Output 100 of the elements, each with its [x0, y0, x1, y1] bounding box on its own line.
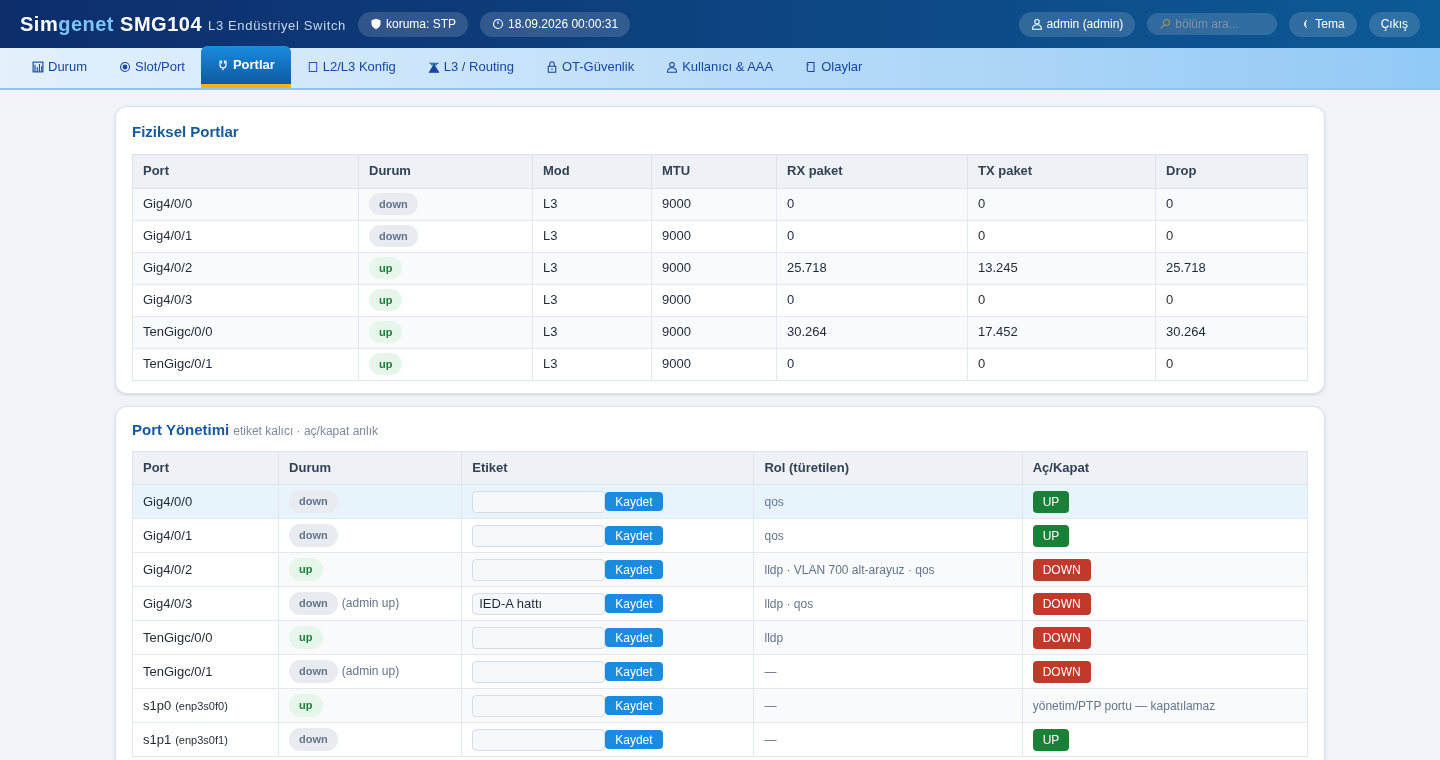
status-badge: down: [289, 660, 338, 683]
table-cell: 9000: [651, 252, 777, 284]
shield-icon: [369, 18, 382, 30]
nav-tab[interactable]: Durum: [16, 46, 103, 88]
port-detail: (enp3s0f1): [175, 733, 228, 746]
table-cell: 0: [967, 348, 1156, 380]
save-button[interactable]: Kaydet: [605, 662, 663, 681]
label-field[interactable]: [472, 694, 606, 717]
clock-icon: [492, 18, 504, 30]
column-header: Port: [132, 451, 279, 485]
port-name: s1p1: [143, 731, 172, 747]
toggle-button[interactable]: DOWN: [1032, 592, 1091, 615]
save-button[interactable]: Kaydet: [605, 526, 663, 545]
table-cell: qos: [754, 518, 1023, 553]
save-button[interactable]: Kaydet: [605, 696, 663, 715]
port-name: s1p0: [143, 697, 172, 713]
port-cell[interactable]: s1p1 (enp3s0f1): [132, 722, 279, 757]
save-button[interactable]: Kaydet: [605, 594, 663, 613]
table-cell: 25.718: [1155, 252, 1308, 284]
status-badge: down: [369, 224, 418, 248]
toggle-button[interactable]: DOWN: [1032, 626, 1091, 649]
status-badge: up: [289, 626, 323, 649]
label-field[interactable]: [472, 660, 606, 683]
label-field[interactable]: [472, 490, 606, 513]
port-cell[interactable]: TenGigc/0/0: [132, 620, 279, 655]
table-cell: Gig4/0/2: [132, 252, 359, 284]
save-button[interactable]: Kaydet: [605, 730, 663, 749]
logout-button[interactable]: Çıkış: [1368, 11, 1420, 37]
antenna-icon: [427, 61, 440, 73]
save-button[interactable]: Kaydet: [605, 628, 663, 647]
toggle-button[interactable]: UP: [1032, 524, 1070, 547]
port-name: Gig4/0/0: [143, 493, 193, 509]
bar-chart-icon: [32, 61, 44, 73]
save-button[interactable]: Kaydet: [605, 560, 663, 579]
table-cell: Gig4/0/3: [132, 284, 359, 316]
table-cell: 17.452: [967, 316, 1156, 348]
table-cell: 0: [967, 284, 1156, 316]
column-header: TX paket: [967, 154, 1156, 188]
column-header: RX paket: [776, 154, 968, 188]
nav-tab[interactable]: OT-Güvenlik: [529, 46, 651, 88]
table-cell: 9000: [651, 316, 777, 348]
status-badge: down: [369, 192, 418, 216]
brand-subtitle: L3 Endüstriyel Switch: [208, 17, 346, 36]
save-button[interactable]: Kaydet: [605, 492, 663, 511]
status-badge: up: [369, 256, 403, 280]
port-name: TenGigc/0/1: [143, 663, 213, 679]
nav-tab[interactable]: Slot/Port: [103, 46, 201, 88]
square-icon: [306, 61, 319, 73]
plug-icon: [216, 59, 229, 71]
port-cell[interactable]: Gig4/0/1: [132, 518, 279, 553]
table-cell: 9000: [651, 348, 777, 380]
table-cell: Gig4/0/0: [132, 188, 359, 220]
status-badge: up: [369, 352, 403, 376]
user-button[interactable]: admin (admin): [1018, 11, 1136, 37]
nav-tab[interactable]: Olaylar: [789, 46, 879, 88]
theme-button[interactable]: Tema: [1289, 11, 1357, 37]
table-cell: lldp: [754, 620, 1023, 655]
port-name: Gig4/0/1: [143, 527, 193, 543]
disc-icon: [119, 61, 131, 73]
label-field[interactable]: [472, 524, 606, 547]
table-cell: 0: [776, 348, 968, 380]
status-badge: up: [369, 320, 403, 344]
port-cell[interactable]: TenGigc/0/1: [132, 654, 279, 689]
table-cell: 30.264: [776, 316, 968, 348]
status-badge: up: [289, 694, 323, 717]
port-detail: (enp3s0f0): [175, 699, 228, 712]
table-cell: 0: [967, 220, 1156, 252]
label-field[interactable]: IED-A hattı: [472, 592, 606, 615]
toggle-button[interactable]: DOWN: [1032, 558, 1091, 581]
port-cell[interactable]: s1p0 (enp3s0f0): [132, 688, 279, 723]
column-header: Aç/Kapat: [1022, 451, 1308, 485]
toggle-button[interactable]: UP: [1032, 728, 1070, 751]
port-name: TenGigc/0/0: [143, 629, 213, 645]
label-field[interactable]: [472, 728, 606, 751]
port-cell[interactable]: Gig4/0/2: [132, 552, 279, 587]
table-cell: 0: [776, 220, 968, 252]
column-header: Etiket: [461, 451, 754, 485]
table-cell: 0: [1155, 348, 1308, 380]
label-field[interactable]: [472, 626, 606, 649]
label-field[interactable]: [472, 558, 606, 581]
nav-tab[interactable]: L2/L3 Konfig: [290, 46, 412, 88]
nav-tab[interactable]: Kullanıcı & AAA: [650, 46, 790, 88]
table-cell: 13.245: [967, 252, 1156, 284]
port-cell[interactable]: Gig4/0/0: [132, 484, 279, 519]
port-cell[interactable]: Gig4/0/3: [132, 586, 279, 621]
user-icon: [666, 61, 679, 73]
search-icon: [1159, 18, 1172, 30]
table-cell: 9000: [651, 284, 777, 316]
toggle-button[interactable]: DOWN: [1032, 660, 1091, 683]
table-cell: 0: [1155, 220, 1308, 252]
table-cell: —: [754, 722, 1023, 757]
nav-tab[interactable]: L3 / Routing: [411, 46, 530, 88]
toggle-button[interactable]: UP: [1032, 490, 1070, 513]
table-cell: —: [754, 688, 1023, 723]
status-badge: up: [369, 288, 403, 312]
nav-tab[interactable]: Portlar: [200, 46, 291, 88]
table-cell: L3: [532, 284, 652, 316]
table-cell: 0: [1155, 188, 1308, 220]
table-cell: 30.264: [1155, 316, 1308, 348]
table-cell: L3: [532, 252, 652, 284]
